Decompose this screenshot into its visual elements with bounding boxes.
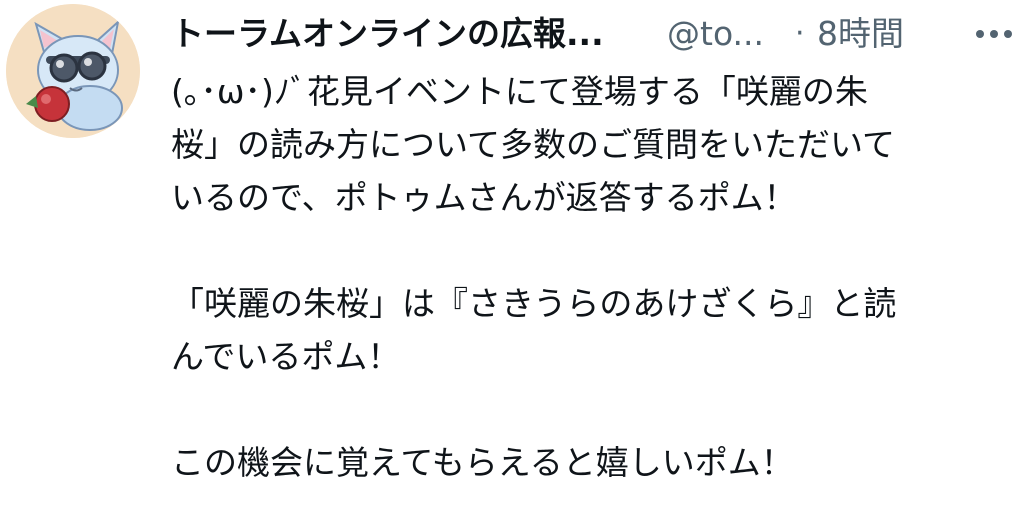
- tweet: トーラムオンラインの広報... @to... · 8時間 (｡･ω･)ﾉﾞ花見イ…: [0, 0, 1024, 515]
- tweet-text-blank-line: [171, 224, 1001, 277]
- more-options-icon: [976, 30, 1012, 38]
- tweet-text-line: この機会に覚えてもらえると嬉しいポム！: [171, 443, 794, 482]
- tweet-text-line: いるので、ポトゥムさんが返答するポム！: [171, 178, 797, 217]
- tweet-header: トーラムオンラインの広報... @to... · 8時間: [171, 8, 1016, 60]
- tweet-text-line: んでいるポム！: [171, 337, 401, 376]
- more-options-button[interactable]: [971, 12, 1017, 56]
- tweet-text-blank-line: [171, 383, 1001, 436]
- tweet-text: (｡･ω･)ﾉﾞ花見イベントにて登場する「咲麗の朱 桜」の読み方について多数のご…: [171, 65, 1001, 489]
- avatar[interactable]: [6, 4, 140, 138]
- header-separator: ·: [795, 16, 805, 51]
- tweet-timestamp[interactable]: 8時間: [817, 14, 904, 54]
- author-display-name[interactable]: トーラムオンラインの広報...: [171, 14, 604, 54]
- mascot-avatar-icon: [6, 4, 140, 138]
- author-handle[interactable]: @to...: [667, 14, 764, 54]
- tweet-text-line: (｡･ω･)ﾉﾞ花見イベントにて登場する「咲麗の朱: [171, 72, 868, 111]
- tweet-text-line: 桜」の読み方について多数のご質問をいただいて: [171, 125, 896, 164]
- tweet-text-line: 「咲麗の朱桜」は『さきうらのあけざくら』と読: [171, 284, 897, 323]
